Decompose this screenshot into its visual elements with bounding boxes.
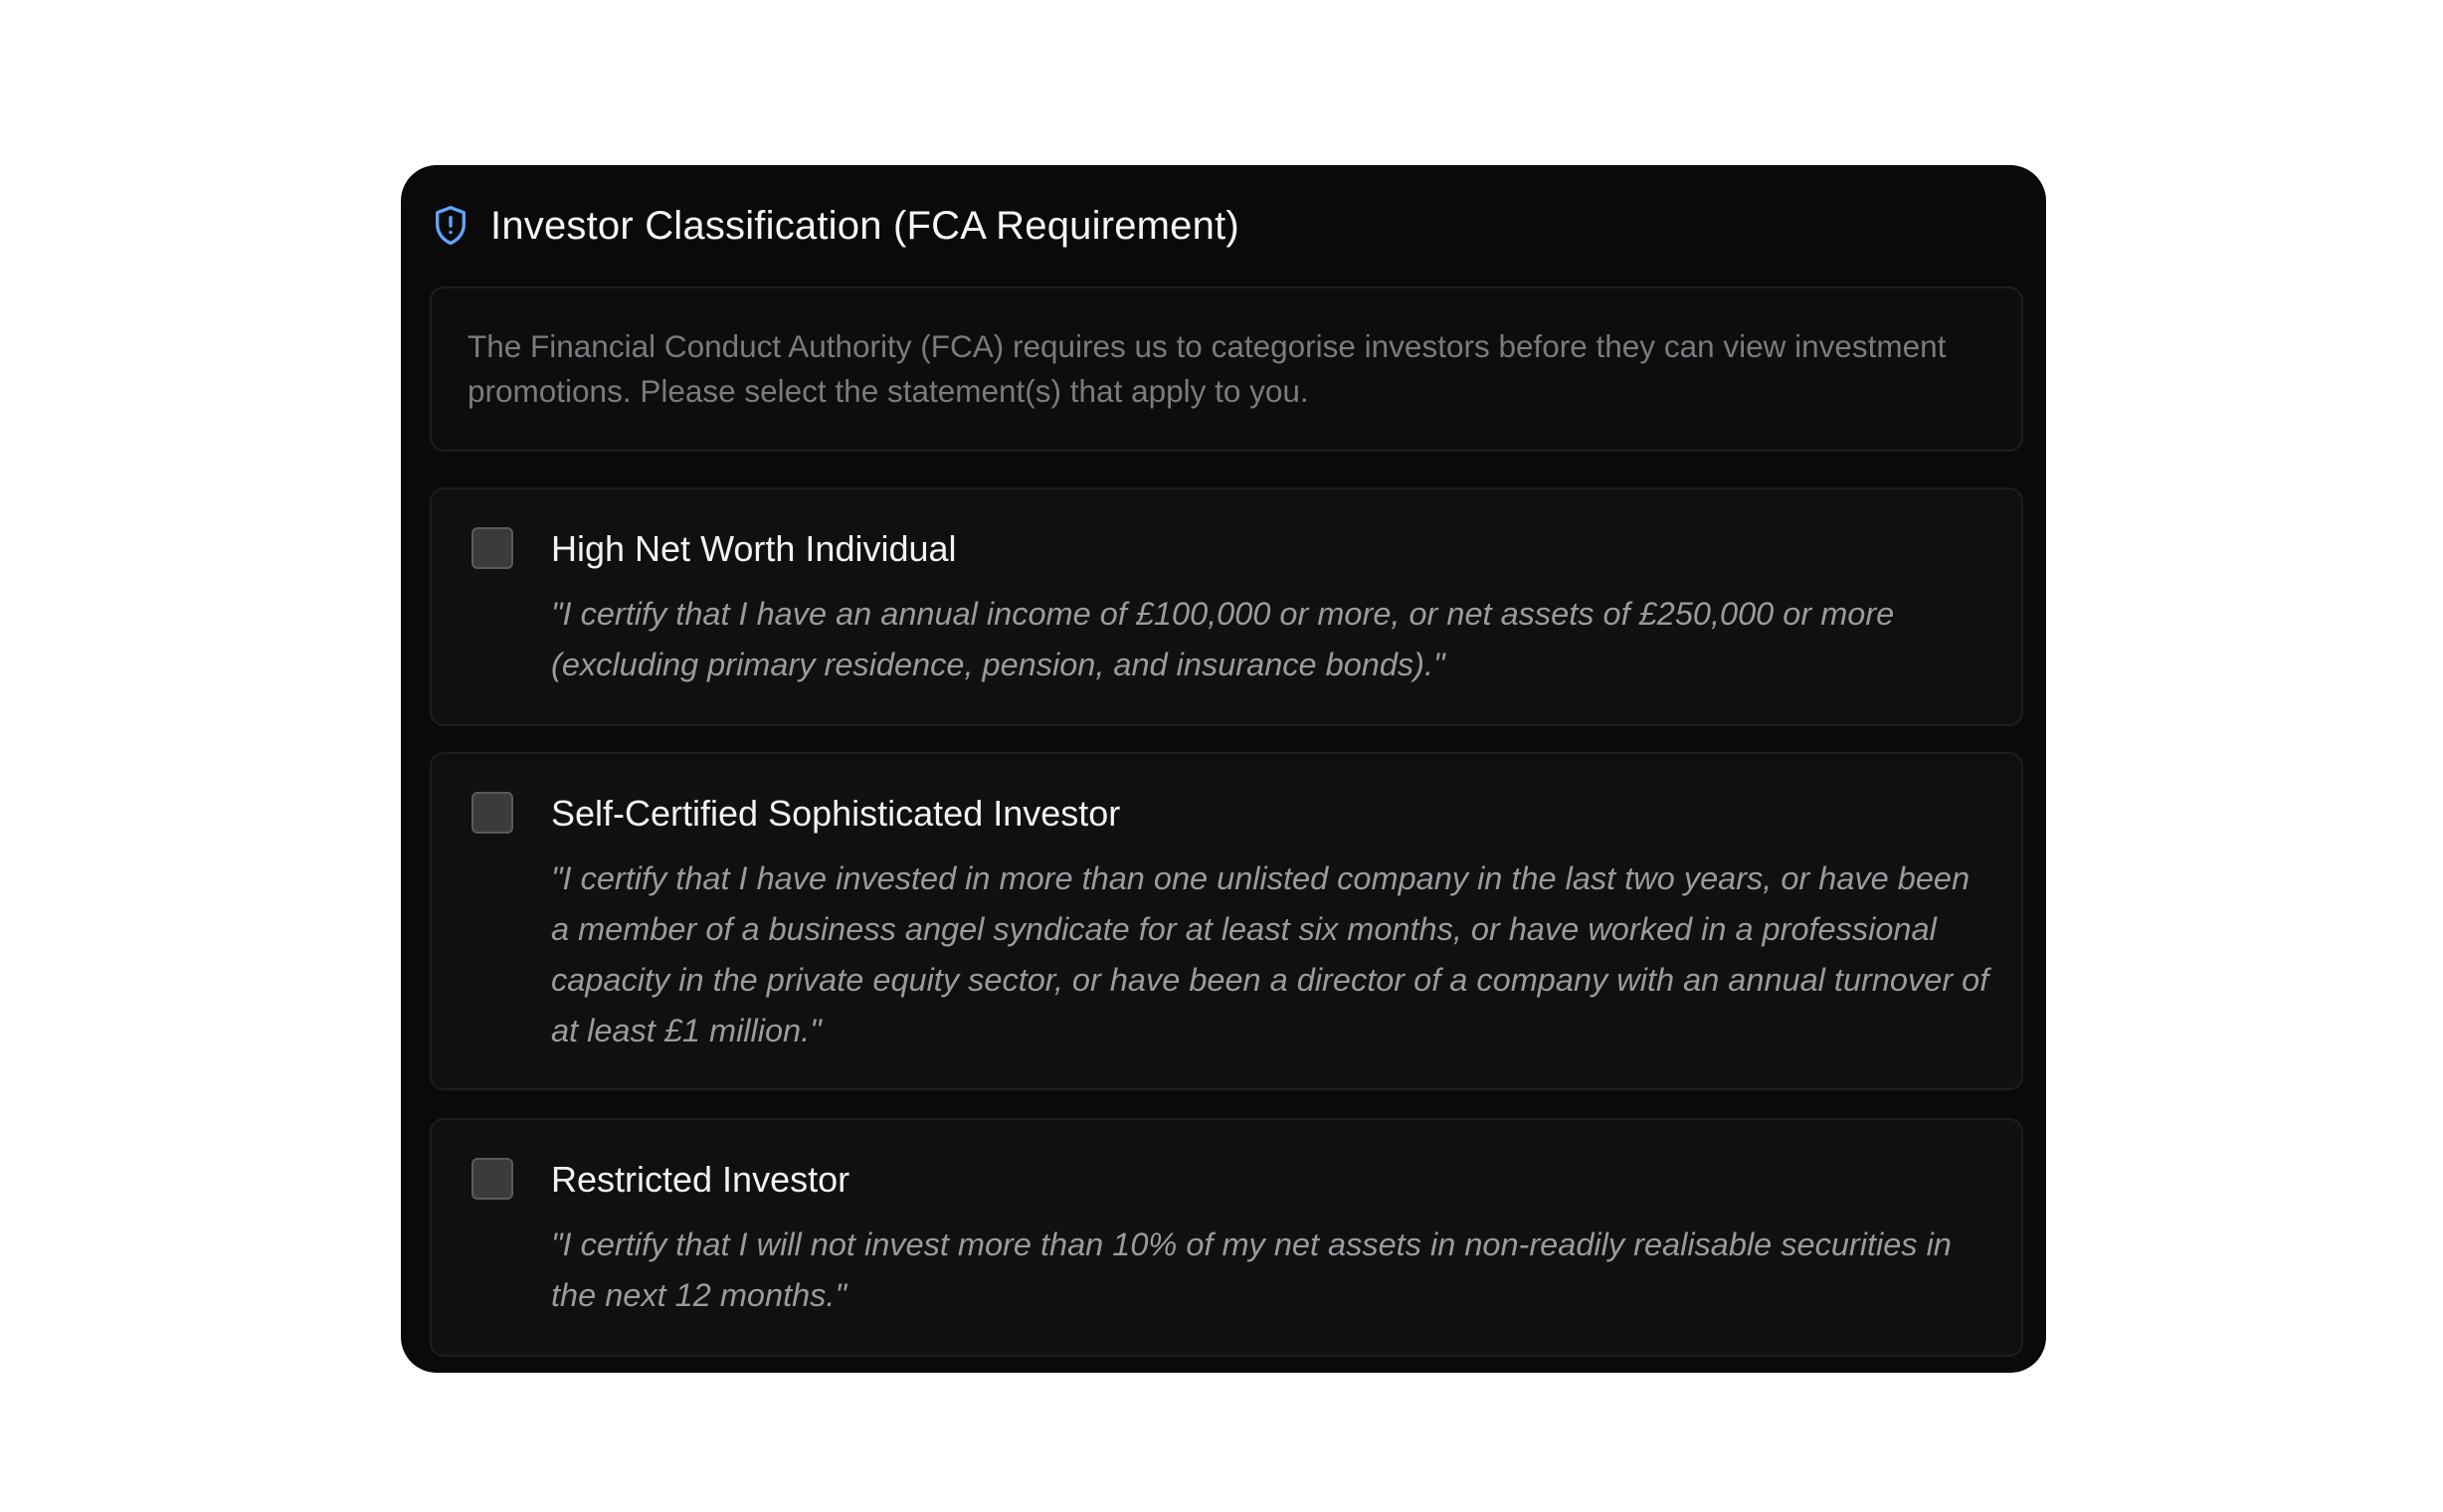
- card-title: Investor Classification (FCA Requirement…: [490, 203, 1239, 248]
- card-header: Investor Classification (FCA Requirement…: [431, 195, 1239, 257]
- intro-box: The Financial Conduct Authority (FCA) re…: [430, 286, 2023, 452]
- shield-alert-icon: [431, 204, 470, 248]
- option-sophisticated-investor[interactable]: Self-Certified Sophisticated Investor "I…: [430, 752, 2023, 1090]
- high-net-worth-checkbox[interactable]: [471, 527, 513, 569]
- option-description: "I certify that I will not invest more t…: [551, 1227, 1952, 1313]
- option-description: "I certify that I have an annual income …: [551, 596, 1895, 682]
- intro-text: The Financial Conduct Authority (FCA) re…: [468, 328, 1947, 409]
- option-title: Self-Certified Sophisticated Investor: [551, 793, 1121, 834]
- option-title: Restricted Investor: [551, 1159, 850, 1200]
- restricted-investor-checkbox[interactable]: [471, 1158, 513, 1200]
- option-title: High Net Worth Individual: [551, 528, 957, 569]
- investor-classification-card: Investor Classification (FCA Requirement…: [401, 165, 2046, 1373]
- option-description: "I certify that I have invested in more …: [551, 860, 1989, 1048]
- sophisticated-investor-checkbox[interactable]: [471, 792, 513, 834]
- option-high-net-worth[interactable]: High Net Worth Individual "I certify tha…: [430, 487, 2023, 726]
- option-restricted-investor[interactable]: Restricted Investor "I certify that I wi…: [430, 1118, 2023, 1357]
